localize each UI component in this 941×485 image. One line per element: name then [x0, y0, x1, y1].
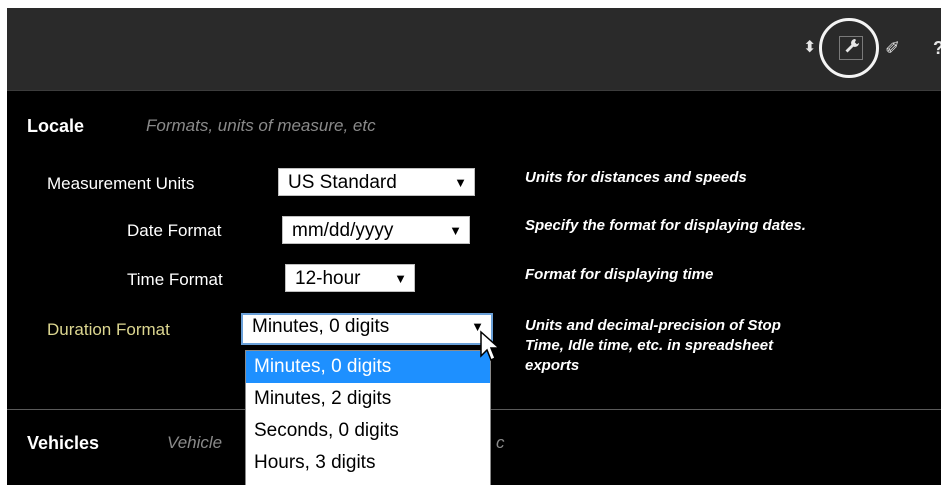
time-format-label: Time Format: [127, 270, 223, 289]
duration-format-value: Minutes, 0 digits: [252, 316, 390, 337]
duration-format-help-line: exports: [525, 357, 580, 374]
date-format-help: Specify the format for displaying dates.: [525, 217, 806, 234]
date-format-select[interactable]: mm/dd/yyyy ▼: [282, 216, 470, 244]
locale-section-title: Locale: [27, 116, 85, 136]
highlight-circle: [819, 18, 879, 78]
duration-format-label: Duration Format: [47, 320, 170, 339]
duration-format-help-line: Units and decimal-precision of Stop: [525, 317, 781, 334]
time-format-select[interactable]: 12-hour ▼: [285, 264, 415, 292]
vehicles-section-description-end: c: [496, 433, 505, 452]
measurement-units-value: US Standard: [288, 172, 397, 193]
duration-format-dropdown: Minutes, 0 digits Minutes, 2 digits Seco…: [245, 350, 491, 485]
vehicles-section-title: Vehicles: [27, 433, 100, 453]
duration-option[interactable]: Minutes, 0 digits: [246, 351, 490, 383]
dropdown-arrow-icon: ▼: [449, 223, 462, 238]
duration-option[interactable]: Hours, 3 digits: [246, 447, 490, 479]
mouse-cursor-icon: [480, 330, 501, 362]
measurement-units-help: Units for distances and speeds: [525, 169, 747, 186]
help-icon[interactable]: ?: [933, 38, 941, 58]
dropdown-arrow-icon: ▼: [394, 271, 407, 286]
measurement-units-select[interactable]: US Standard ▼: [278, 168, 475, 196]
time-format-help: Format for displaying time: [525, 266, 714, 283]
duration-format-help-line: Time, Idle time, etc. in spreadsheet: [525, 337, 774, 354]
toolbar: ⬍ ✐ ?: [7, 8, 941, 91]
duration-format-help: Units and decimal-precision of Stop Time…: [525, 316, 781, 376]
duration-option[interactable]: Minutes, 2 digits: [246, 383, 490, 415]
locale-section-description: Formats, units of measure, etc: [146, 116, 376, 135]
date-format-value: mm/dd/yyyy: [292, 220, 394, 241]
dropdown-arrow-icon: ▼: [454, 175, 467, 190]
sort-icon[interactable]: ⬍: [803, 38, 816, 58]
duration-option[interactable]: Seconds, 0 digits: [246, 415, 490, 447]
vehicles-section-description: Vehicle: [167, 433, 223, 452]
time-format-value: 12-hour: [295, 268, 361, 289]
duration-format-select[interactable]: Minutes, 0 digits ▼: [241, 313, 493, 345]
eraser-icon[interactable]: ✐: [885, 38, 900, 58]
settings-panel: ⬍ ✐ ? Locale Formats, units of measure, …: [7, 8, 941, 485]
measurement-units-label: Measurement Units: [47, 174, 195, 193]
date-format-label: Date Format: [127, 221, 222, 240]
